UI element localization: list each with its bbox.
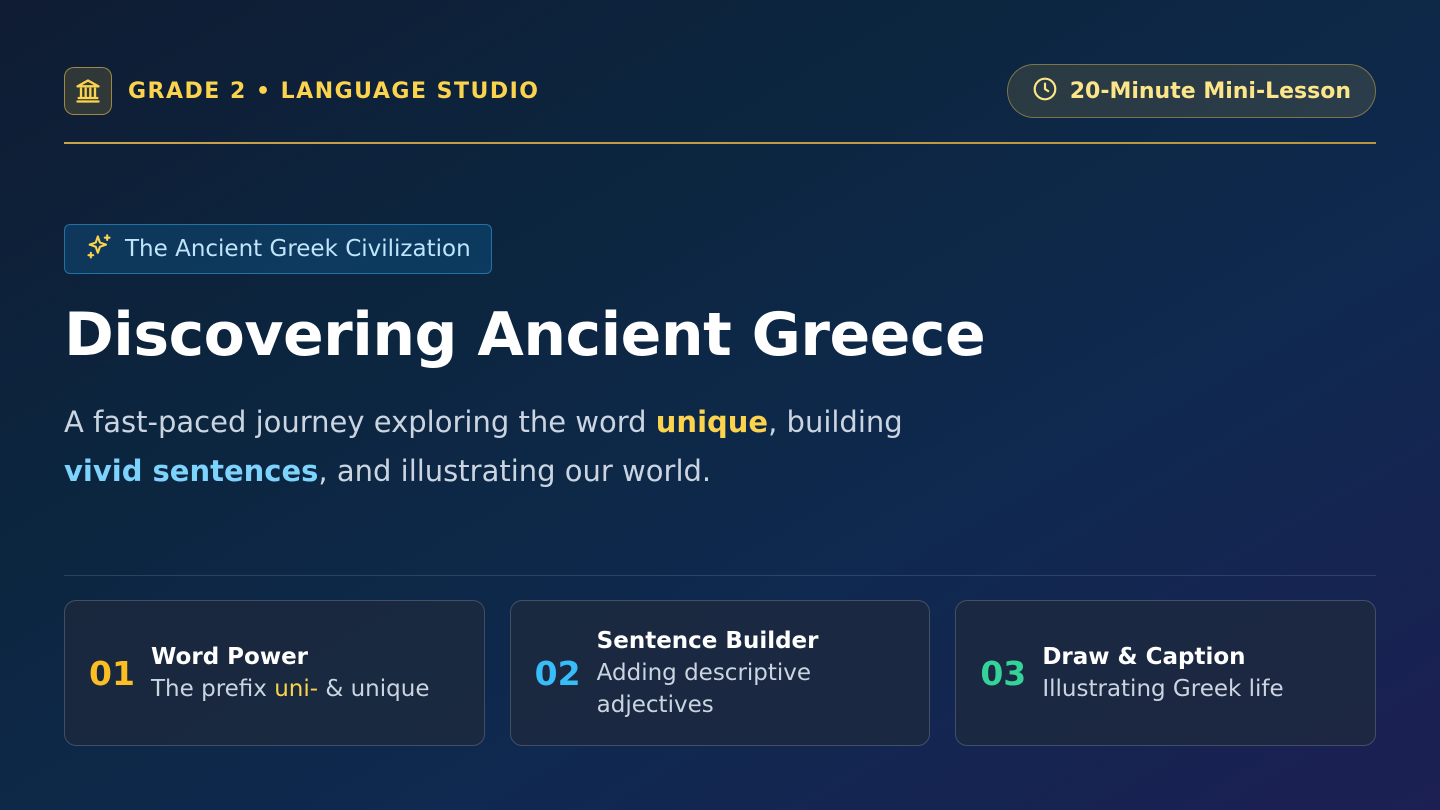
header: GRADE 2 • LANGUAGE STUDIO 20-Minute Mini…: [64, 64, 1376, 118]
sparkles-icon: [85, 233, 113, 265]
duration-badge: 20-Minute Mini-Lesson: [1006, 64, 1376, 118]
page-subtitle: A fast-paced journey exploring the word …: [64, 398, 984, 496]
step-description-text: The prefix: [151, 676, 275, 702]
header-divider: [64, 142, 1376, 144]
step-body: Word Power The prefix uni- & unique: [151, 641, 429, 705]
subtitle-text: , building: [768, 405, 903, 439]
step-number: 02: [534, 653, 581, 693]
step-number: 01: [89, 653, 135, 693]
step-description-text: & unique: [318, 676, 430, 702]
brand-label: GRADE 2 • LANGUAGE STUDIO: [128, 78, 540, 104]
step-body: Draw & Caption Illustrating Greek life: [1042, 641, 1283, 705]
subtitle-highlight-sentences: vivid sentences: [64, 454, 319, 488]
step-body: Sentence Builder Adding descriptive adje…: [597, 625, 837, 721]
brand: GRADE 2 • LANGUAGE STUDIO: [64, 67, 540, 115]
step-description: Adding descriptive adjectives: [596, 660, 812, 718]
topic-tag: The Ancient Greek Civilization: [64, 224, 492, 274]
step-description: Illustrating Greek life: [1042, 676, 1284, 702]
page-title: Discovering Ancient Greece: [64, 300, 986, 370]
lesson-steps: 01 Word Power The prefix uni- & unique 0…: [64, 600, 1377, 746]
bank-columns-icon: [64, 67, 112, 115]
section-divider: [64, 575, 1376, 576]
step-number: 03: [980, 653, 1027, 693]
step-card-word-power: 01 Word Power The prefix uni- & unique: [64, 600, 485, 746]
subtitle-highlight-unique: unique: [655, 405, 769, 439]
step-card-sentence-builder: 02 Sentence Builder Adding descriptive a…: [509, 600, 931, 746]
step-card-draw-caption: 03 Draw & Caption Illustrating Greek lif…: [955, 600, 1377, 746]
clock-icon: [1032, 76, 1058, 106]
step-title: Draw & Caption: [1042, 644, 1246, 670]
subtitle-text: A fast-paced journey exploring the word: [64, 405, 656, 439]
step-title: Sentence Builder: [596, 628, 819, 654]
step-description-highlight: uni-: [274, 676, 319, 702]
step-description: The prefix uni- & unique: [151, 673, 429, 705]
topic-label: The Ancient Greek Civilization: [125, 236, 471, 262]
step-title: Word Power: [151, 644, 309, 670]
duration-label: 20-Minute Mini-Lesson: [1069, 78, 1351, 104]
subtitle-text: , and illustrating our world.: [318, 454, 712, 488]
